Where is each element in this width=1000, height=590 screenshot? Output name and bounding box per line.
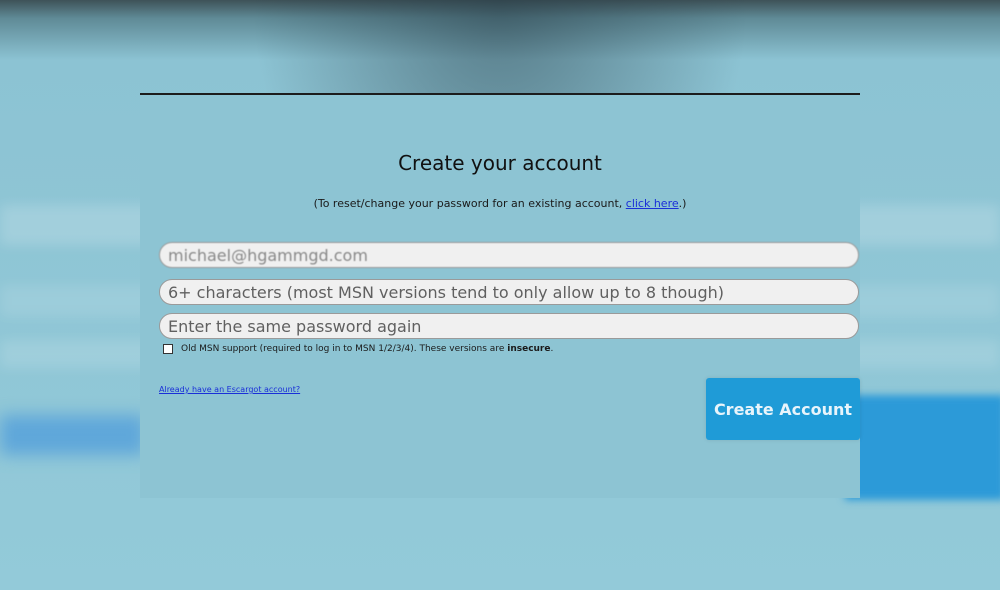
old-msn-label-suffix: . [550,344,554,354]
old-msn-label-text: Old MSN support (required to log in to M… [181,344,508,354]
background-blue-block [0,415,145,455]
old-msn-support-row: Old MSN support (required to log in to M… [163,344,553,354]
email-field[interactable] [159,242,859,268]
old-msn-support-checkbox[interactable] [163,344,173,354]
page-title: Create your account [398,151,602,175]
reset-note-prefix: (To reset/change your password for an ex… [313,197,626,210]
reset-password-note: (To reset/change your password for an ex… [140,197,860,210]
reset-password-link[interactable]: click here [626,197,679,210]
insecure-label: insecure [507,344,551,354]
background-blue-block [845,395,1000,500]
already-have-account-link[interactable]: Already have an Escargot account? [159,385,300,394]
old-msn-support-label: Old MSN support (required to log in to M… [181,344,553,354]
signup-panel: Create your account (To reset/change you… [140,93,860,498]
confirm-password-field[interactable] [159,313,859,339]
create-account-button[interactable]: Create Account [706,378,860,440]
reset-note-suffix: .) [678,197,687,210]
password-field[interactable] [159,279,859,305]
